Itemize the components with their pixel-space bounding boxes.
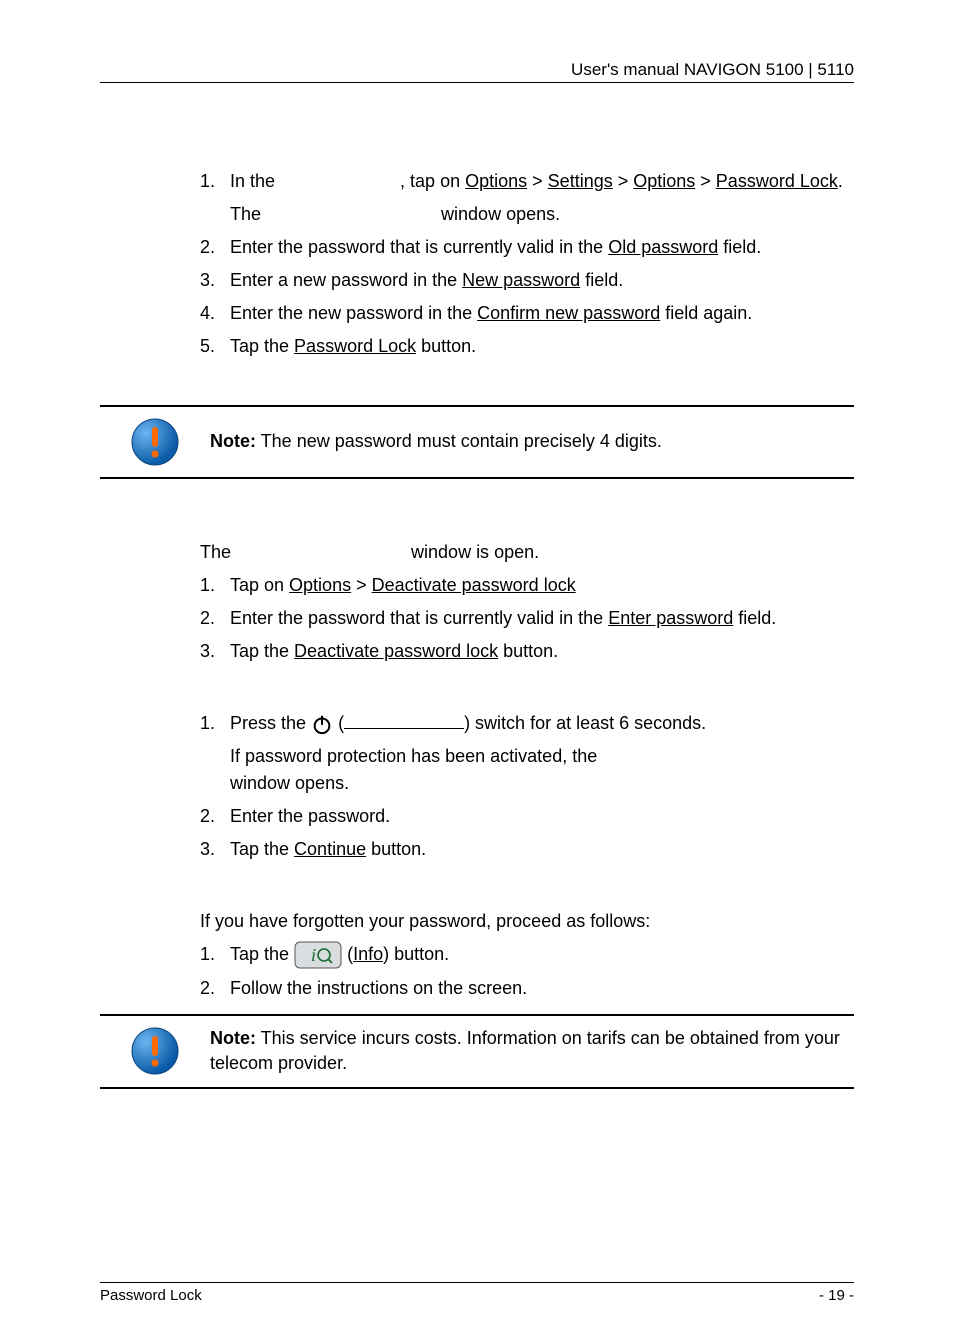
intro-text: If you have forgotten your password, pro… <box>200 908 854 935</box>
note-box: Note: The new password must contain prec… <box>100 405 854 479</box>
note-box: Note: This service incurs costs. Informa… <box>100 1014 854 1088</box>
step-number: 1. <box>200 710 230 737</box>
step-number: 5. <box>200 333 230 360</box>
step-number: 2. <box>200 605 230 632</box>
step-text: Enter the password that is currently val… <box>230 605 854 632</box>
step-number: 2. <box>200 975 230 1002</box>
footer-right: - 19 - <box>819 1287 854 1304</box>
step-number: 3. <box>200 267 230 294</box>
step-text: In the , tap on Options > Settings > Opt… <box>230 168 854 195</box>
step-number: 1. <box>200 168 230 195</box>
header: User's manual NAVIGON 5100 | 5110 <box>100 60 854 83</box>
step-number: 1. <box>200 941 230 969</box>
step-text: Tap the Continue button. <box>230 836 854 863</box>
step-text: Enter the new password in the Confirm ne… <box>230 300 854 327</box>
step-text: Follow the instructions on the screen. <box>230 975 854 1002</box>
step-number: 3. <box>200 836 230 863</box>
step-text: Tap on Options > Deactivate password loc… <box>230 572 854 599</box>
section-forgot: If you have forgotten your password, pro… <box>200 908 854 1002</box>
section-switchon: 1. Press the () switch for at least 6 se… <box>200 710 854 863</box>
step-number: 2. <box>200 803 230 830</box>
note-text: Note: The new password must contain prec… <box>210 429 662 454</box>
sub-text: If password protection has been activate… <box>230 743 854 797</box>
svg-text:i: i <box>311 945 316 965</box>
note-text: Note: This service incurs costs. Informa… <box>210 1026 854 1076</box>
step-number: 4. <box>200 300 230 327</box>
power-icon <box>311 713 333 735</box>
info-icon: i <box>294 941 342 969</box>
step-text: Enter the password. <box>230 803 854 830</box>
step-number: 1. <box>200 572 230 599</box>
footer-left: Password Lock <box>100 1287 202 1304</box>
section-change-password: 1. In the , tap on Options > Settings > … <box>200 168 854 360</box>
step-number: 3. <box>200 638 230 665</box>
footer: Password Lock - 19 - <box>100 1282 854 1304</box>
step-text: Tap the Deactivate password lock button. <box>230 638 854 665</box>
alert-icon <box>130 1026 180 1076</box>
step-text: Tap the Password Lock button. <box>230 333 854 360</box>
step-text: Enter a new password in the New password… <box>230 267 854 294</box>
step-text: Tap the i (Info) button. <box>230 941 854 969</box>
sub-text: The window opens. <box>230 201 854 228</box>
alert-icon <box>130 417 180 467</box>
intro-text: The window is open. <box>200 539 854 566</box>
section-deactivate: The window is open. 1. Tap on Options > … <box>200 539 854 665</box>
step-text: Enter the password that is currently val… <box>230 234 854 261</box>
step-number: 2. <box>200 234 230 261</box>
step-text: Press the () switch for at least 6 secon… <box>230 710 854 737</box>
